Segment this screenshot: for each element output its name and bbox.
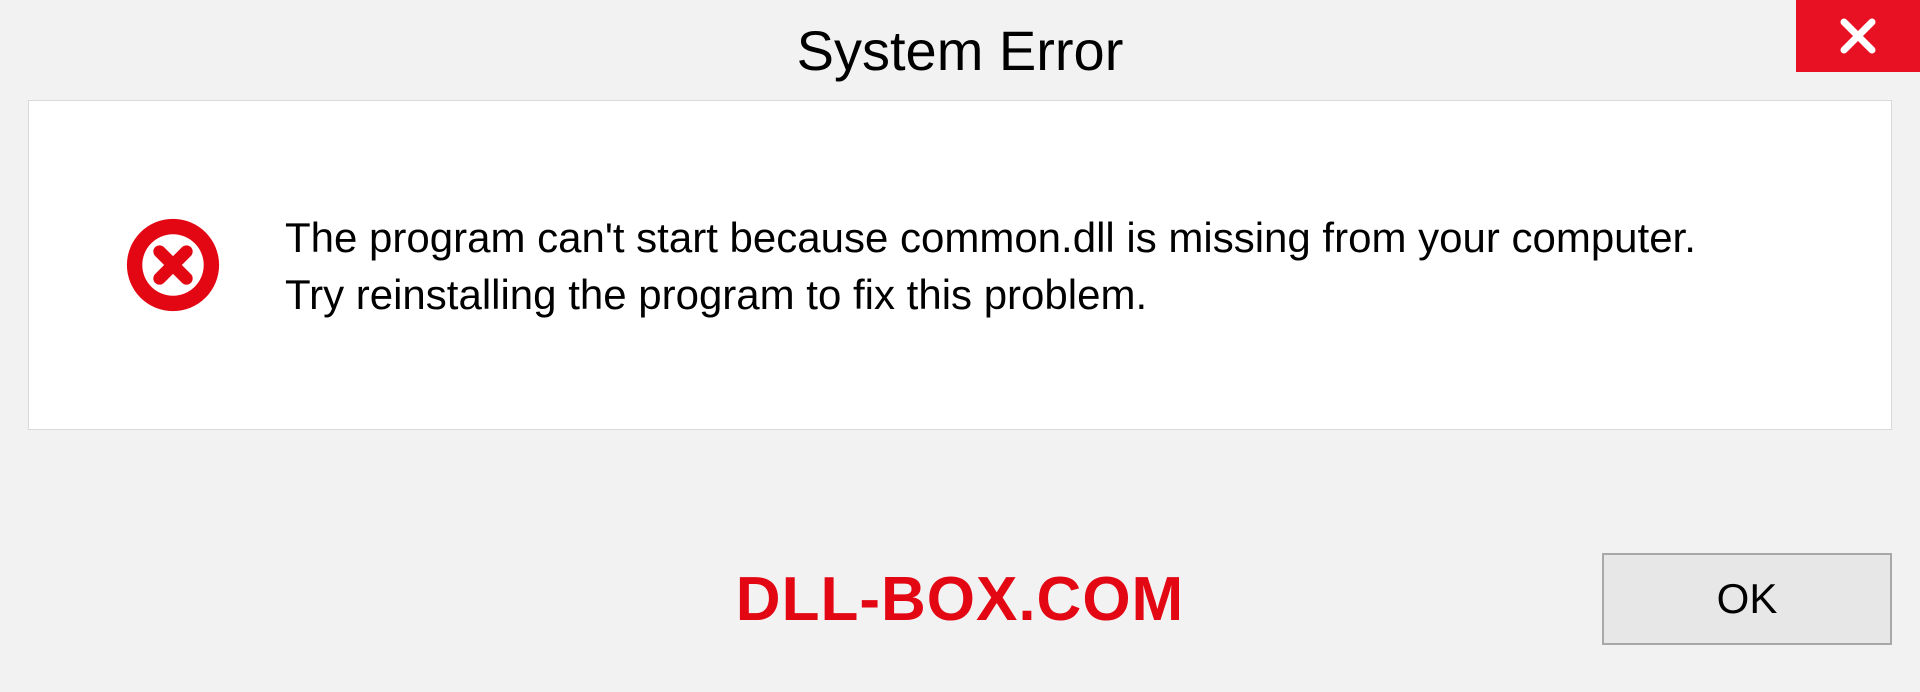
close-icon: [1839, 17, 1877, 55]
error-icon: [125, 217, 221, 313]
ok-button[interactable]: OK: [1602, 553, 1892, 645]
message-line-2: Try reinstalling the program to fix this…: [285, 267, 1696, 324]
close-button[interactable]: [1796, 0, 1920, 72]
watermark-text: DLL-BOX.COM: [736, 564, 1184, 635]
ok-button-label: OK: [1717, 575, 1778, 623]
dialog-title: System Error: [797, 18, 1124, 83]
content-panel: The program can't start because common.d…: [28, 100, 1892, 430]
titlebar: System Error: [0, 0, 1920, 100]
message-block: The program can't start because common.d…: [285, 206, 1696, 323]
message-line-1: The program can't start because common.d…: [285, 210, 1696, 267]
footer: DLL-BOX.COM OK: [28, 534, 1892, 664]
